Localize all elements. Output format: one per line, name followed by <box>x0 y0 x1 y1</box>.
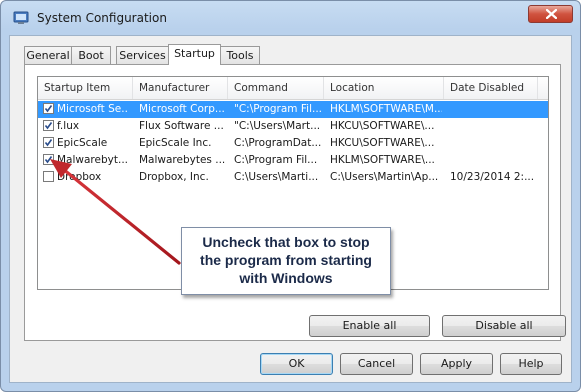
tab-label: Services <box>119 49 166 62</box>
startup-checkbox[interactable] <box>43 137 54 148</box>
cell-location: HKCU\SOFTWARE\... <box>330 137 435 149</box>
table-row[interactable]: f.lux Flux Software ... "C:\Users\Mart..… <box>38 118 548 135</box>
table-row[interactable]: EpicScale EpicScale Inc. C:\ProgramDat..… <box>38 135 548 152</box>
annotation-line: the program from starting <box>200 252 372 268</box>
table-row[interactable]: Malwarebyt... Malwarebytes ... C:\Progra… <box>38 152 548 169</box>
tab-label: Startup <box>174 47 215 60</box>
ok-button[interactable]: OK <box>260 353 333 375</box>
cell-date-disabled <box>450 135 542 152</box>
cell-manufacturer: Malwarebytes ... <box>139 154 226 166</box>
checkmark-icon <box>44 105 53 113</box>
annotation-line: Uncheck that box to stop <box>202 234 370 250</box>
column-header-date-disabled[interactable]: Date Disabled <box>444 77 538 99</box>
cancel-button[interactable]: Cancel <box>340 353 413 375</box>
cell-command: "C:\Users\Mart... <box>234 120 321 132</box>
cell-startup-item: EpicScale <box>57 137 108 149</box>
tab-label: Tools <box>226 49 254 62</box>
cell-location: HKCU\SOFTWARE\... <box>330 120 435 132</box>
tab-general[interactable]: General <box>24 46 72 64</box>
cell-command: C:\ProgramDat... <box>234 137 322 149</box>
cell-date-disabled <box>450 118 542 135</box>
startup-checkbox[interactable] <box>43 120 54 131</box>
cell-date-disabled: 10/23/2014 2:... <box>450 171 535 183</box>
table-row[interactable]: Dropbox Dropbox, Inc. C:\Users\Marti... … <box>38 169 548 186</box>
title-bar[interactable]: System Configuration <box>1 1 580 35</box>
enable-all-button[interactable]: Enable all <box>309 315 430 337</box>
apply-button[interactable]: Apply <box>420 353 493 375</box>
tab-label: General <box>26 49 70 62</box>
cell-location: C:\Users\Martin\Ap... <box>330 171 439 183</box>
cell-date-disabled <box>450 152 542 169</box>
checkmark-icon <box>44 122 53 130</box>
window-title: System Configuration <box>37 11 167 25</box>
tab-startup[interactable]: Startup <box>168 44 221 65</box>
startup-checkbox[interactable] <box>43 171 54 182</box>
column-header-command[interactable]: Command <box>228 77 324 99</box>
close-icon <box>546 9 557 19</box>
cell-manufacturer: Microsoft Corp... <box>139 103 225 115</box>
system-configuration-window: System Configuration General Boot Servic… <box>0 0 581 392</box>
annotation-callout: Uncheck that box to stop the program fro… <box>181 227 391 295</box>
cell-startup-item: Dropbox <box>57 171 102 183</box>
cell-manufacturer: EpicScale Inc. <box>139 137 212 149</box>
close-button[interactable] <box>528 5 573 23</box>
help-button[interactable]: Help <box>500 353 562 375</box>
startup-panel: Startup Item Manufacturer Command Locati… <box>24 64 566 341</box>
dialog-body: General Boot Services Startup Tools Star… <box>9 35 572 383</box>
system-config-icon <box>13 11 29 24</box>
cell-date-disabled <box>450 101 542 118</box>
list-header: Startup Item Manufacturer Command Locati… <box>38 77 548 100</box>
startup-checkbox[interactable] <box>43 103 54 114</box>
cell-manufacturer: Flux Software ... <box>139 120 224 132</box>
tab-label: Boot <box>78 49 104 62</box>
tab-services[interactable]: Services <box>116 46 169 64</box>
cell-location: HKLM\SOFTWARE\M... <box>330 103 442 115</box>
cell-command: C:\Program Fil... <box>234 154 318 166</box>
startup-checkbox[interactable] <box>43 154 54 165</box>
disable-all-button[interactable]: Disable all <box>442 315 566 337</box>
checkmark-icon <box>44 156 53 164</box>
table-row[interactable]: Microsoft Se... Microsoft Corp... "C:\Pr… <box>38 101 548 118</box>
cell-location: HKLM\SOFTWARE\... <box>330 154 435 166</box>
cell-startup-item: Malwarebyt... <box>57 154 128 166</box>
cell-manufacturer: Dropbox, Inc. <box>139 171 209 183</box>
annotation-line: with Windows <box>239 270 333 286</box>
column-header-location[interactable]: Location <box>324 77 444 99</box>
cell-startup-item: Microsoft Se... <box>57 103 129 115</box>
tab-boot[interactable]: Boot <box>71 46 111 64</box>
column-header-startup-item[interactable]: Startup Item <box>38 77 133 99</box>
column-header-manufacturer[interactable]: Manufacturer <box>133 77 228 99</box>
cell-command: "C:\Program Fil... <box>234 103 322 115</box>
checkmark-icon <box>44 139 53 147</box>
tab-tools[interactable]: Tools <box>220 46 260 64</box>
cell-startup-item: f.lux <box>57 120 80 132</box>
cell-command: C:\Users\Marti... <box>234 171 319 183</box>
